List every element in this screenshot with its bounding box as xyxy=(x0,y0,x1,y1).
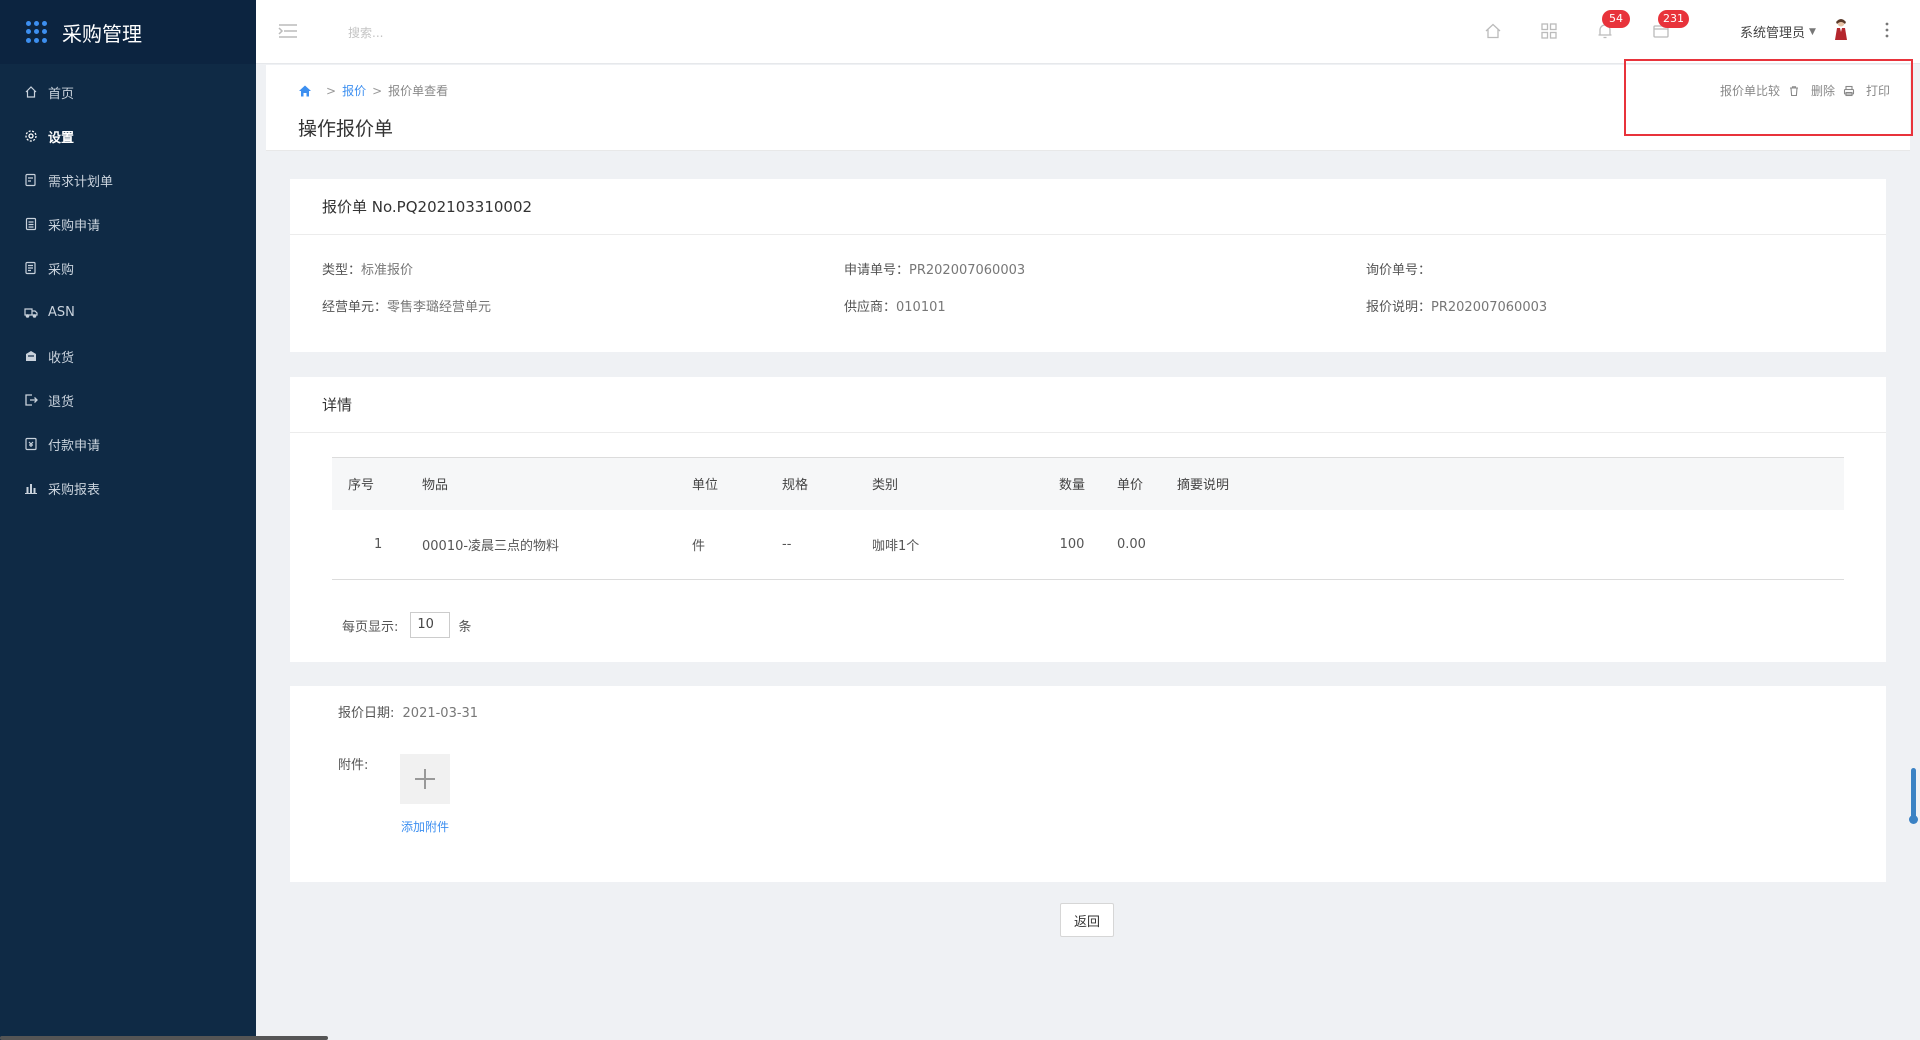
home-icon xyxy=(24,85,38,99)
sidebar-item-payment-request[interactable]: 付款申请 xyxy=(0,422,256,466)
table-cell: 1 xyxy=(332,509,422,580)
detail-card: 详情 序号 物品 单位 规格 类别 数量 单价 摘要说明 1 00010-凌晨三… xyxy=(290,377,1886,662)
detail-table: 序号 物品 单位 规格 类别 数量 单价 摘要说明 1 00010-凌晨三点的物… xyxy=(332,457,1844,580)
app-grid-icon xyxy=(26,21,48,43)
page-size-unit: 条 xyxy=(458,619,472,635)
notification-bell-icon[interactable]: 54 xyxy=(1596,10,1630,40)
sidebar-item-purchase[interactable]: 采购 xyxy=(0,246,256,290)
sidebar: 采购管理 首页 设置 需求计划单 采购申请 采购 ASN 收货 退货 付款申请 … xyxy=(0,0,328,1040)
pagination: 每页显示: 10 条 xyxy=(342,612,471,638)
clipboard-icon xyxy=(24,217,38,231)
column-header: 摘要说明 xyxy=(1177,457,1844,510)
message-icon[interactable]: 231 xyxy=(1652,10,1689,40)
column-header: 规格 xyxy=(782,457,872,510)
detail-title: 详情 xyxy=(290,377,1886,433)
table-cell: 100 xyxy=(1027,509,1117,580)
truck-icon xyxy=(24,305,38,319)
sidebar-item-label: 退货 xyxy=(48,394,75,410)
sidebar-item-demand-plan[interactable]: 需求计划单 xyxy=(0,158,256,202)
breadcrumb-current: 报价单查看 xyxy=(388,84,449,98)
column-header: 单位 xyxy=(692,457,782,510)
column-header: 物品 xyxy=(422,457,692,510)
inbox-icon xyxy=(24,349,38,363)
horizontal-scrollbar[interactable] xyxy=(0,1036,328,1040)
sidebar-item-home[interactable]: 首页 xyxy=(0,70,256,114)
breadcrumb-link-quote[interactable]: 报价 xyxy=(342,82,366,99)
highlight-box xyxy=(1624,59,1913,136)
inquiry-no-field: 询价单号： xyxy=(1366,263,1432,278)
sidebar-item-label: 首页 xyxy=(48,86,75,102)
more-options-icon[interactable] xyxy=(1884,20,1890,40)
quote-date-field: 报价日期: 2021-03-31 xyxy=(338,706,479,721)
sidebar-item-label: ASN xyxy=(48,304,75,320)
sidebar-item-receiving[interactable]: 收货 xyxy=(0,334,256,378)
apps-grid-icon[interactable] xyxy=(1540,22,1558,40)
user-name: 系统管理员 xyxy=(1740,26,1806,41)
sidebar-item-label: 付款申请 xyxy=(48,438,101,454)
table-row: 1 00010-凌晨三点的物料 件 -- 咖啡1个 100 0.00 xyxy=(332,509,1844,580)
quote-title: 报价单 No.PQ202103310002 xyxy=(290,179,1886,235)
sidebar-item-label: 采购 xyxy=(48,262,75,278)
table-cell: 00010-凌晨三点的物料 xyxy=(422,509,692,580)
page-title: 操作报价单 xyxy=(298,118,394,140)
table-cell xyxy=(1177,509,1844,580)
column-header: 类别 xyxy=(872,457,1027,510)
page-size-label: 每页显示: xyxy=(342,619,399,635)
sidebar-menu: 首页 设置 需求计划单 采购申请 采购 ASN 收货 退货 付款申请 采购报表 xyxy=(0,70,256,510)
sidebar-item-settings[interactable]: 设置 xyxy=(0,114,256,158)
sidebar-item-purchase-request[interactable]: 采购申请 xyxy=(0,202,256,246)
sidebar-item-label: 需求计划单 xyxy=(48,174,114,190)
sidebar-item-label: 采购报表 xyxy=(48,482,101,498)
message-badge: 231 xyxy=(1658,10,1689,28)
avatar[interactable] xyxy=(1833,18,1849,42)
search-input[interactable] xyxy=(348,22,568,44)
breadcrumb: > 报价 > 报价单查看 xyxy=(298,82,448,99)
table-cell: -- xyxy=(782,509,872,580)
home-icon[interactable] xyxy=(1484,22,1502,40)
request-no-field: 申请单号：PR202007060003 xyxy=(844,263,1026,278)
add-attachment-button[interactable] xyxy=(400,754,450,804)
quote-description-field: 报价说明：PR202007060003 xyxy=(1366,300,1548,315)
sidebar-item-label: 设置 xyxy=(48,130,75,146)
brand: 采购管理 xyxy=(0,0,256,64)
list-document-icon xyxy=(24,261,38,275)
vertical-scrollbar[interactable] xyxy=(1909,768,1918,824)
sidebar-item-label: 收货 xyxy=(48,350,75,366)
quote-info-card: 报价单 No.PQ202103310002 类型：标准报价 申请单号：PR202… xyxy=(290,179,1886,352)
home-icon[interactable] xyxy=(298,84,312,98)
table-header-row: 序号 物品 单位 规格 类别 数量 单价 摘要说明 xyxy=(332,457,1844,510)
gear-icon xyxy=(24,129,38,143)
attachment-label: 附件: xyxy=(338,758,369,773)
payment-icon xyxy=(24,437,38,451)
document-edit-icon xyxy=(24,173,38,187)
chevron-down-icon: ▼ xyxy=(1809,26,1816,37)
quote-info-grid: 类型：标准报价 申请单号：PR202007060003 询价单号： 经营单元：零… xyxy=(290,235,1886,339)
page-size-input[interactable]: 10 xyxy=(410,612,451,638)
column-header: 序号 xyxy=(332,457,422,510)
exit-icon xyxy=(24,393,38,407)
back-button[interactable]: 返回 xyxy=(1060,903,1114,937)
sidebar-item-purchase-report[interactable]: 采购报表 xyxy=(0,466,256,510)
app-title: 采购管理 xyxy=(62,21,142,46)
column-header: 数量 xyxy=(1027,457,1117,510)
supplier-field: 供应商：010101 xyxy=(844,300,946,315)
bar-chart-icon xyxy=(24,481,38,495)
plus-icon xyxy=(415,769,435,789)
table-cell: 件 xyxy=(692,509,782,580)
sidebar-item-asn[interactable]: ASN xyxy=(0,290,256,334)
type-field: 类型：标准报价 xyxy=(322,263,414,278)
table-cell: 0.00 xyxy=(1117,509,1177,580)
top-header: 54 231 系统管理员 ▼ xyxy=(256,0,1920,64)
business-unit-field: 经营单元：零售李璐经营单元 xyxy=(322,300,492,315)
menu-toggle-icon[interactable] xyxy=(278,22,298,40)
sidebar-item-return[interactable]: 退货 xyxy=(0,378,256,422)
add-attachment-link[interactable]: 添加附件 xyxy=(400,818,450,835)
column-header: 单价 xyxy=(1117,457,1177,510)
notification-badge: 54 xyxy=(1602,10,1630,28)
sidebar-item-label: 采购申请 xyxy=(48,218,101,234)
user-menu[interactable]: 系统管理员 ▼ xyxy=(1740,22,1816,41)
quote-footer-card: 报价日期: 2021-03-31 附件: 添加附件 xyxy=(290,686,1886,882)
table-cell: 咖啡1个 xyxy=(872,509,1027,580)
